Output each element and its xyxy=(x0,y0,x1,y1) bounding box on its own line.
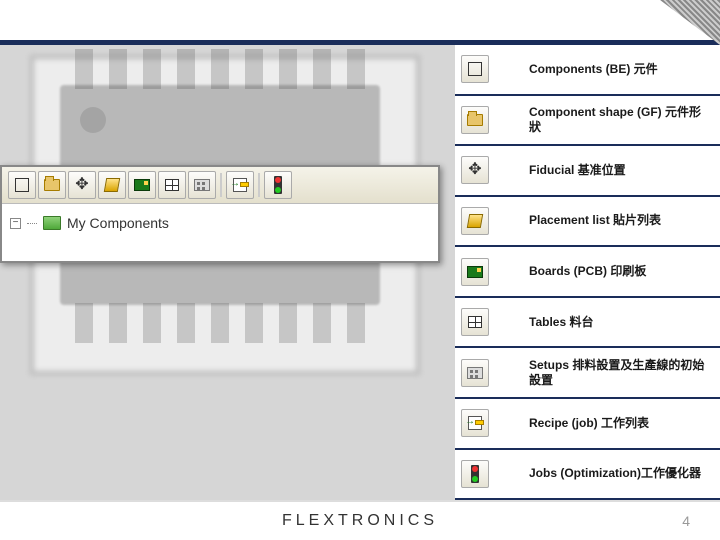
components-window: ✥ − My Components xyxy=(0,165,440,263)
legend-item-components: Components (BE) 元件 xyxy=(455,45,720,96)
board-icon xyxy=(461,258,489,286)
legend-item-setups: Setups 排料設置及生產線的初始設置 xyxy=(455,348,720,399)
tb-fiducial-icon[interactable]: ✥ xyxy=(68,171,96,199)
legend-label: Components (BE) 元件 xyxy=(495,58,720,81)
legend-item-recipe: Recipe (job) 工作列表 xyxy=(455,399,720,450)
brand-logo: FLEXTRONICS xyxy=(282,512,438,530)
tb-placement-icon[interactable] xyxy=(98,171,126,199)
tree-collapse-icon[interactable]: − xyxy=(10,218,21,229)
tb-board-icon[interactable] xyxy=(128,171,156,199)
traffic-light-icon xyxy=(461,460,489,488)
fiducial-icon: ✥ xyxy=(461,156,489,184)
tb-light-icon[interactable] xyxy=(264,171,292,199)
folder-icon xyxy=(43,216,61,230)
setup-icon xyxy=(461,359,489,387)
legend-item-fiducial: ✥ Fiducial 基准位置 xyxy=(455,146,720,197)
legend-list: Components (BE) 元件 Component shape (GF) … xyxy=(455,45,720,500)
slide-content: ✥ − My Components xyxy=(0,45,720,500)
legend-item-jobs: Jobs (Optimization)工作優化器 xyxy=(455,450,720,501)
tree-root-label: My Components xyxy=(67,215,169,231)
legend-item-boards: Boards (PCB) 印刷板 xyxy=(455,247,720,298)
placement-icon xyxy=(461,207,489,235)
legend-label: Component shape (GF) 元件形狀 xyxy=(495,101,720,139)
screenshot-pane: ✥ − My Components xyxy=(0,45,455,500)
tb-chip-icon[interactable] xyxy=(8,171,36,199)
tree-view: − My Components xyxy=(2,204,438,261)
folder-icon xyxy=(461,106,489,134)
legend-label: Fiducial 基准位置 xyxy=(495,159,720,182)
legend-label: Tables 料台 xyxy=(495,311,720,334)
chip-icon xyxy=(461,55,489,83)
window-toolbar: ✥ xyxy=(2,167,438,204)
legend-item-component-shape: Component shape (GF) 元件形狀 xyxy=(455,96,720,147)
tb-recipe-icon[interactable] xyxy=(226,171,254,199)
corner-decoration xyxy=(660,0,720,45)
legend-label: Jobs (Optimization)工作優化器 xyxy=(495,462,720,485)
tb-setup-icon[interactable] xyxy=(188,171,216,199)
page-number: 4 xyxy=(682,513,690,529)
tb-table-icon[interactable] xyxy=(158,171,186,199)
legend-label: Recipe (job) 工作列表 xyxy=(495,412,720,435)
recipe-icon xyxy=(461,409,489,437)
legend-item-tables: Tables 料台 xyxy=(455,298,720,349)
legend-label: Setups 排料設置及生產線的初始設置 xyxy=(495,354,720,392)
legend-item-placement: Placement list 貼片列表 xyxy=(455,197,720,248)
tree-root-row[interactable]: − My Components xyxy=(10,215,430,231)
tb-folder-icon[interactable] xyxy=(38,171,66,199)
legend-label: Boards (PCB) 印刷板 xyxy=(495,260,720,283)
footer: FLEXTRONICS 4 xyxy=(0,502,720,540)
table-icon xyxy=(461,308,489,336)
legend-label: Placement list 貼片列表 xyxy=(495,209,720,232)
header-accent-bar xyxy=(0,40,720,45)
